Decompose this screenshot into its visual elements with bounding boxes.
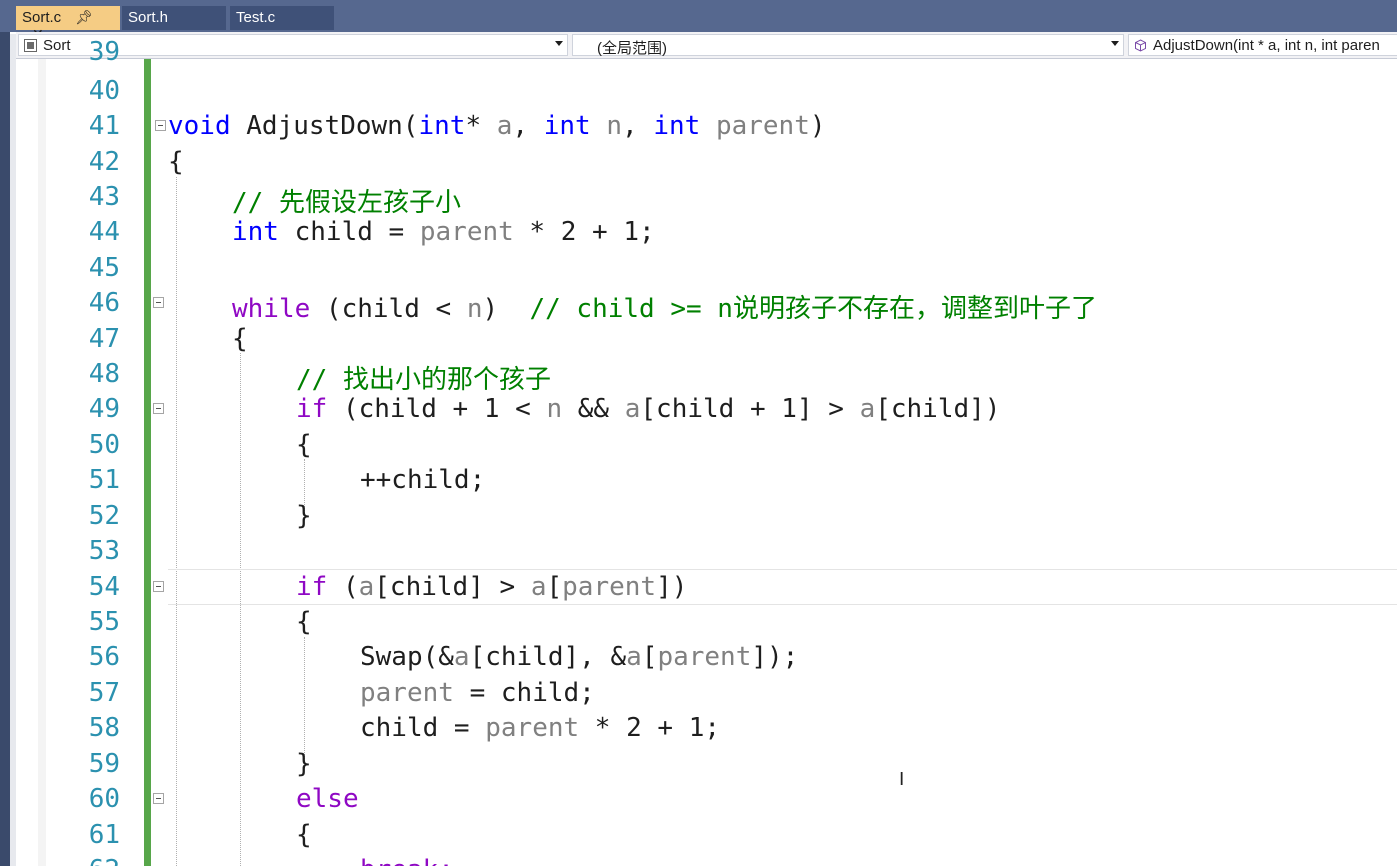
code-line: 54 if (a[child] > a[parent]) bbox=[16, 570, 1397, 606]
code-text: void AdjustDown(int* a, int n, int paren… bbox=[168, 111, 826, 141]
code-text: { bbox=[296, 430, 312, 460]
code-comment: // 找出小的那个孩子 bbox=[296, 365, 551, 395]
code-text: while (child < n) // child >= n说明孩子不存在，调… bbox=[232, 294, 1097, 324]
code-line: 42 { bbox=[16, 145, 1397, 181]
code-line: 44 int child = parent * 2 + 1; bbox=[16, 215, 1397, 251]
line-number: 40 bbox=[88, 76, 120, 106]
code-text: int child = parent * 2 + 1; bbox=[232, 217, 655, 247]
code-line: 48 // 找出小的那个孩子 bbox=[16, 357, 1397, 395]
line-number: 61 bbox=[88, 820, 120, 850]
line-number: 62 bbox=[56, 855, 120, 866]
collapse-toggle[interactable] bbox=[153, 793, 164, 804]
code-line: 46 while (child < n) // child >= n说明孩子不存… bbox=[16, 286, 1397, 324]
line-number: 49 bbox=[88, 394, 120, 424]
line-number: 57 bbox=[88, 678, 120, 708]
line-number: 46 bbox=[88, 288, 120, 318]
code-text: { bbox=[232, 324, 248, 354]
code-line: 41 void AdjustDown(int* a, int n, int pa… bbox=[16, 109, 1397, 145]
line-number: 53 bbox=[88, 536, 120, 566]
code-line: 50 { bbox=[16, 428, 1397, 464]
line-number: 58 bbox=[88, 713, 120, 743]
line-number: 56 bbox=[88, 642, 120, 672]
code-line: 59 } bbox=[16, 747, 1397, 783]
code-line: 60 else bbox=[16, 782, 1397, 818]
line-number: 43 bbox=[88, 182, 120, 212]
code-line: 40 bbox=[16, 74, 1397, 110]
tab-test-c[interactable]: Test.c bbox=[230, 6, 334, 30]
collapse-toggle[interactable] bbox=[153, 581, 164, 592]
code-line: 47 { bbox=[16, 322, 1397, 358]
code-line: 45 bbox=[16, 251, 1397, 287]
code-line: 49 if (child + 1 < n && a[child + 1] > a… bbox=[16, 392, 1397, 428]
code-text: if (a[child] > a[parent]) bbox=[296, 572, 688, 602]
line-number: 39 bbox=[88, 37, 120, 67]
text-cursor-ibeam-icon: I bbox=[899, 769, 905, 790]
code-comment: // 先假设左孩子小 bbox=[232, 188, 461, 218]
line-number: 51 bbox=[88, 465, 120, 495]
code-line: 62 break; bbox=[16, 853, 1397, 866]
code-text: Swap(&a[child], &a[parent]); bbox=[360, 642, 799, 672]
line-number: 44 bbox=[88, 217, 120, 247]
line-number: 54 bbox=[88, 572, 120, 602]
code-text: break; bbox=[360, 855, 454, 866]
code-text: if (child + 1 < n && a[child + 1] > a[ch… bbox=[296, 394, 1001, 424]
code-text: { bbox=[168, 147, 184, 177]
collapse-toggle[interactable] bbox=[153, 403, 164, 414]
line-number: 48 bbox=[88, 359, 120, 389]
code-text: } bbox=[296, 749, 312, 779]
code-text: ++child; bbox=[360, 465, 486, 495]
code-line: 55 { bbox=[16, 605, 1397, 641]
line-number: 60 bbox=[88, 784, 120, 814]
code-text: { bbox=[296, 820, 312, 850]
code-line: 53 bbox=[16, 534, 1397, 570]
line-number: 45 bbox=[88, 253, 120, 283]
code-text: { bbox=[296, 607, 312, 637]
tab-label: Test.c bbox=[236, 9, 276, 26]
line-number: 59 bbox=[88, 749, 120, 779]
code-line: 61 { bbox=[16, 818, 1397, 854]
code-text: child = parent * 2 + 1; bbox=[360, 713, 721, 743]
line-number: 41 bbox=[88, 111, 120, 141]
code-line: 52 } bbox=[16, 499, 1397, 535]
collapse-toggle[interactable] bbox=[155, 120, 166, 131]
code-line: 51 ++child; bbox=[16, 463, 1397, 499]
document-tab-bar: Sort.c 📌︎ ✕ Sort.h Test.c bbox=[0, 0, 1397, 42]
code-line: 43 // 先假设左孩子小 bbox=[16, 180, 1397, 218]
line-number: 55 bbox=[88, 607, 120, 637]
code-text: parent = child; bbox=[360, 678, 595, 708]
tab-label: Sort.c bbox=[22, 9, 62, 26]
code-line: 58 child = parent * 2 + 1; bbox=[16, 711, 1397, 747]
code-text: else bbox=[296, 784, 359, 814]
background-window-strip bbox=[0, 0, 10, 866]
line-number: 42 bbox=[88, 147, 120, 177]
collapse-toggle[interactable] bbox=[153, 297, 164, 308]
code-editor[interactable]: 39 40 41 void AdjustDown(int* a, int n, … bbox=[16, 37, 1397, 866]
line-number: 52 bbox=[88, 501, 120, 531]
pin-icon[interactable]: 📌︎ bbox=[75, 9, 93, 26]
tab-sort-h[interactable]: Sort.h bbox=[122, 6, 226, 30]
tab-label: Sort.h bbox=[128, 9, 169, 26]
code-text: } bbox=[296, 501, 312, 531]
code-line: 39 bbox=[16, 35, 1397, 71]
line-number: 50 bbox=[88, 430, 120, 460]
line-number: 47 bbox=[88, 324, 120, 354]
code-line: 56 Swap(&a[child], &a[parent]); bbox=[16, 640, 1397, 676]
tab-sort-c[interactable]: Sort.c 📌︎ ✕ bbox=[16, 6, 120, 42]
code-line: 57 parent = child; bbox=[16, 676, 1397, 712]
